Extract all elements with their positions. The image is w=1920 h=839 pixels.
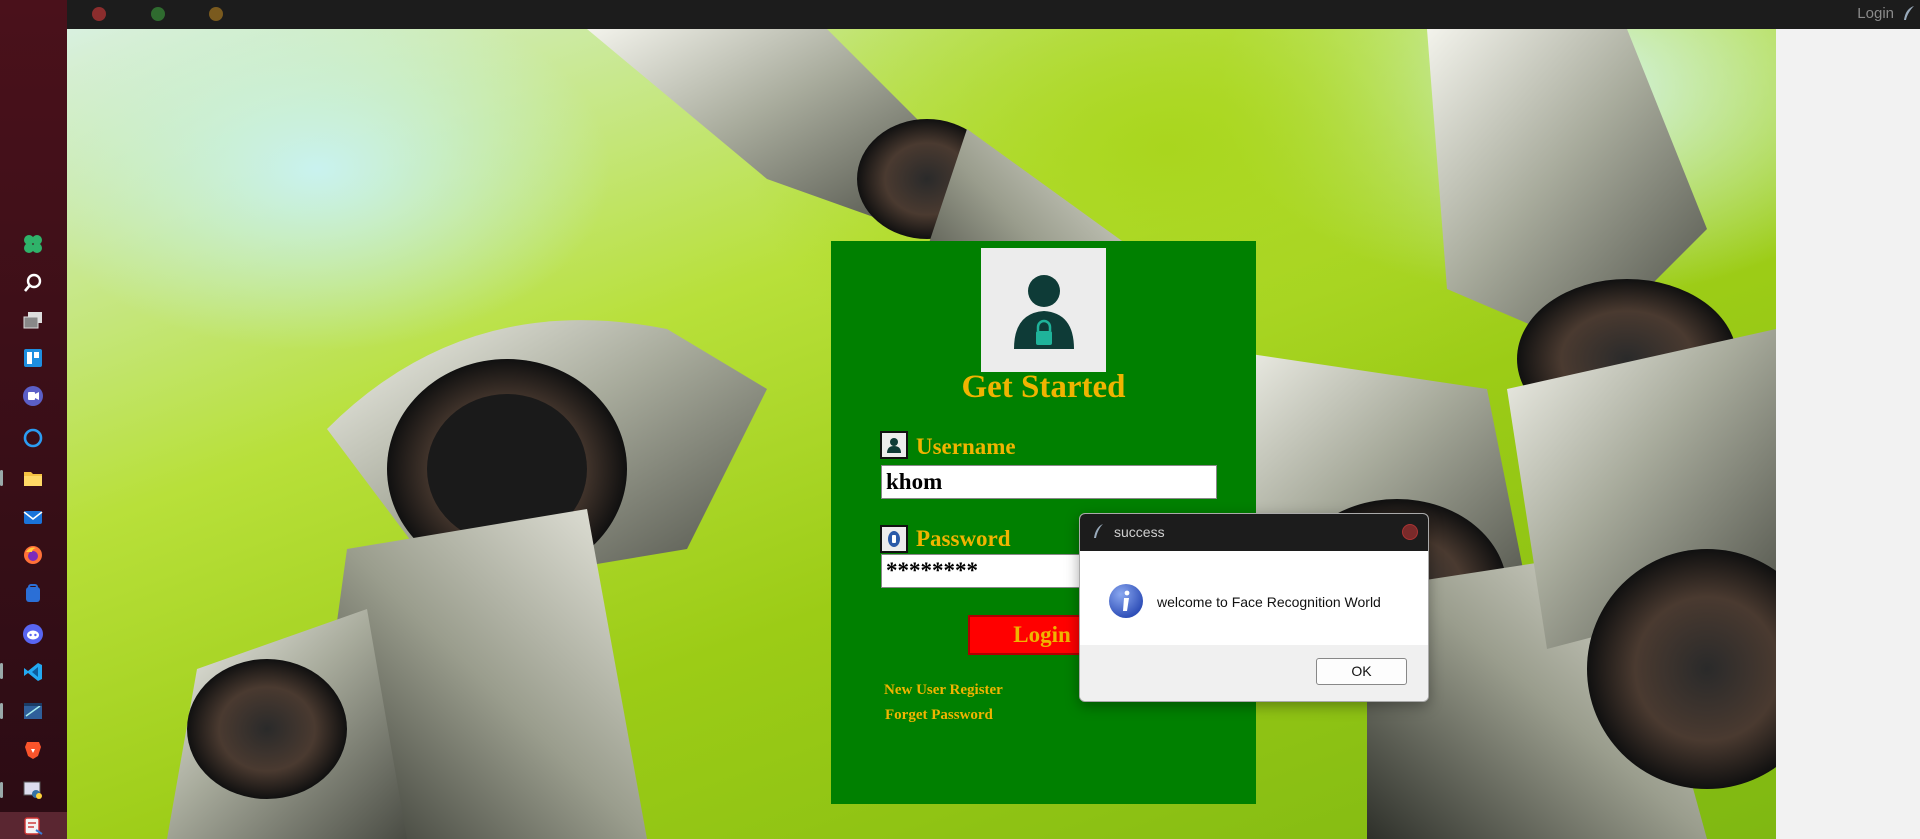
- app-store-icon[interactable]: [22, 583, 44, 605]
- brave-icon[interactable]: [22, 739, 44, 761]
- window-margin: [1776, 29, 1920, 839]
- devtools-icon[interactable]: [22, 700, 44, 722]
- cortana-icon[interactable]: [22, 427, 44, 449]
- info-icon: [1109, 584, 1143, 618]
- search-icon[interactable]: [22, 272, 44, 294]
- window-titlebar: Login: [67, 0, 1920, 29]
- firefox-icon[interactable]: [22, 544, 44, 566]
- password-icon: [880, 525, 908, 553]
- user-lock-icon: [1013, 275, 1074, 349]
- username-label: Username: [916, 434, 1016, 459]
- python-idle-icon[interactable]: [22, 779, 44, 801]
- mail-icon[interactable]: [22, 506, 44, 528]
- file-explorer-icon[interactable]: [22, 467, 44, 489]
- success-dialog: success welcome to Face Recognition Worl…: [1079, 513, 1429, 702]
- dialog-titlebar: success: [1080, 514, 1428, 551]
- widgets-icon[interactable]: [22, 233, 44, 255]
- dialog-message: welcome to Face Recognition World: [1157, 594, 1381, 610]
- forgot-password-link[interactable]: Forget Password: [885, 707, 993, 724]
- password-label: Password: [916, 526, 1011, 551]
- dialog-title: success: [1114, 524, 1165, 540]
- discord-icon[interactable]: [22, 623, 44, 645]
- register-link[interactable]: New User Register: [884, 682, 1003, 699]
- minimize-window-button[interactable]: [209, 7, 223, 21]
- feather-icon: [1094, 524, 1103, 538]
- teams-chat-icon[interactable]: [22, 385, 44, 407]
- page-title: Get Started: [961, 369, 1126, 405]
- user-lock-avatar: [981, 248, 1106, 372]
- maximize-window-button[interactable]: [151, 7, 165, 21]
- feather-icon: [1904, 6, 1914, 20]
- close-window-button[interactable]: [92, 7, 106, 21]
- window-title: Login: [1857, 5, 1894, 22]
- ok-button[interactable]: OK: [1316, 658, 1407, 685]
- username-input[interactable]: khom: [881, 465, 1217, 499]
- vscode-icon[interactable]: [22, 661, 44, 683]
- dialog-footer: OK: [1080, 645, 1428, 701]
- dialog-close-button[interactable]: [1402, 524, 1418, 540]
- active-app-icon[interactable]: [22, 815, 44, 837]
- taskbar: [0, 0, 67, 839]
- widgets-board-icon[interactable]: [22, 347, 44, 369]
- user-icon: [880, 431, 908, 459]
- task-view-icon[interactable]: [22, 309, 44, 331]
- dialog-body: welcome to Face Recognition World: [1080, 551, 1428, 645]
